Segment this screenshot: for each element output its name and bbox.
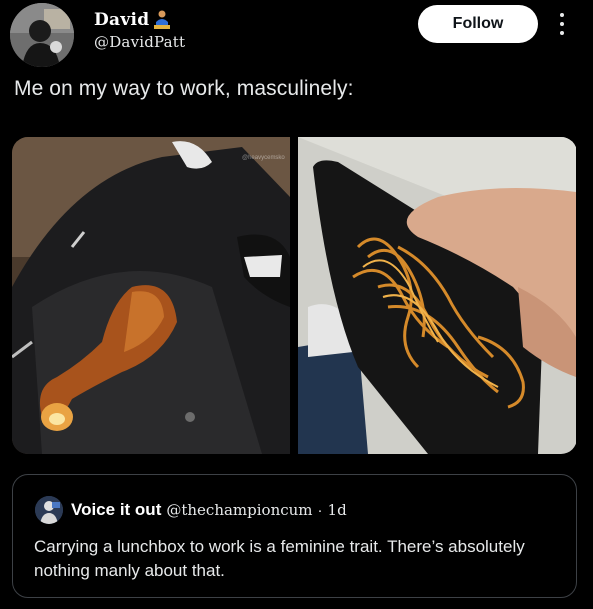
tweet-text: Me on my way to work, masculinely:	[14, 77, 354, 100]
spaghetti-wallet-photo	[298, 137, 576, 454]
media-grid: @heavycemsko	[12, 137, 577, 454]
quote-separator: ·	[317, 502, 323, 519]
quote-avatar-photo	[35, 496, 63, 524]
avatar-photo	[10, 3, 74, 67]
media-image-left[interactable]: @heavycemsko	[12, 137, 290, 454]
quote-timestamp[interactable]: 1d	[328, 501, 347, 519]
tweet: David @DavidPatt Follow Me on my way to …	[0, 0, 593, 609]
image-watermark: @heavycemsko	[242, 155, 285, 161]
person-emoji-icon	[153, 10, 171, 30]
quote-header: Voice it out @thechampioncum · 1d	[71, 500, 347, 520]
author-display-name[interactable]: David	[94, 10, 149, 30]
quote-author-avatar[interactable]	[35, 496, 63, 524]
author-name-row: David	[94, 10, 171, 30]
media-image-right[interactable]	[298, 137, 576, 454]
quote-author-name[interactable]: Voice it out	[71, 500, 161, 520]
chicken-pocket-photo	[12, 137, 290, 454]
follow-button[interactable]: Follow	[418, 5, 538, 43]
quote-text: Carrying a lunchbox to work is a feminin…	[34, 537, 525, 580]
quoted-tweet[interactable]: Voice it out @thechampioncum · 1d Carryi…	[12, 474, 577, 598]
author-avatar[interactable]	[10, 3, 74, 67]
more-options-icon[interactable]	[555, 10, 569, 38]
author-handle[interactable]: @DavidPatt	[94, 33, 185, 51]
quote-author-handle[interactable]: @thechampioncum	[166, 501, 312, 519]
